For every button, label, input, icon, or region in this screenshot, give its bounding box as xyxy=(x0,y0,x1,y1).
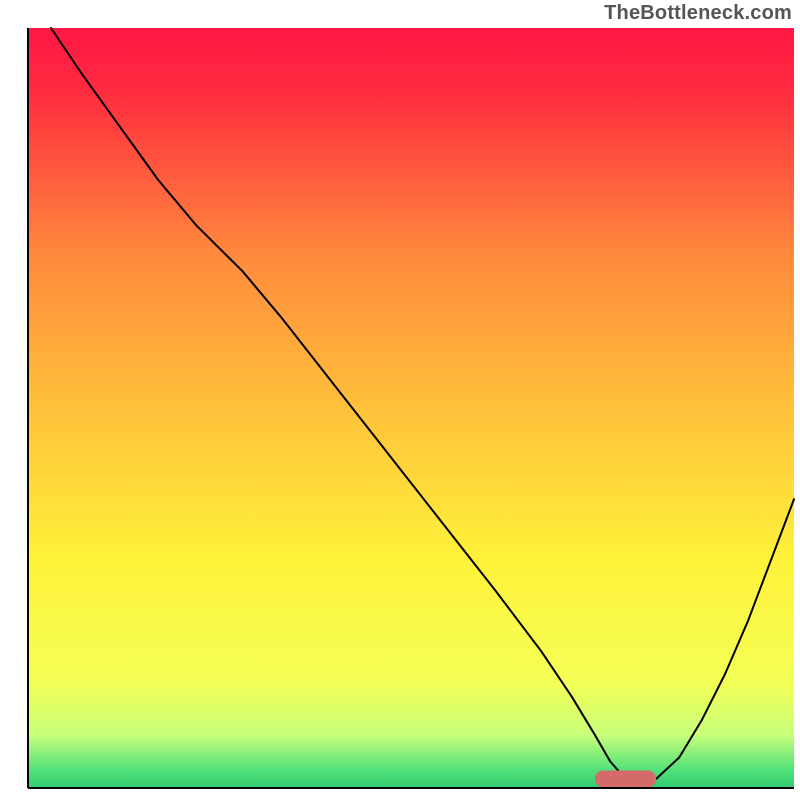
chart-background xyxy=(28,28,794,788)
chart-frame: TheBottleneck.com xyxy=(0,0,800,800)
attribution-label: TheBottleneck.com xyxy=(604,2,792,25)
optimal-marker xyxy=(595,771,656,788)
bottleneck-chart xyxy=(0,0,800,800)
